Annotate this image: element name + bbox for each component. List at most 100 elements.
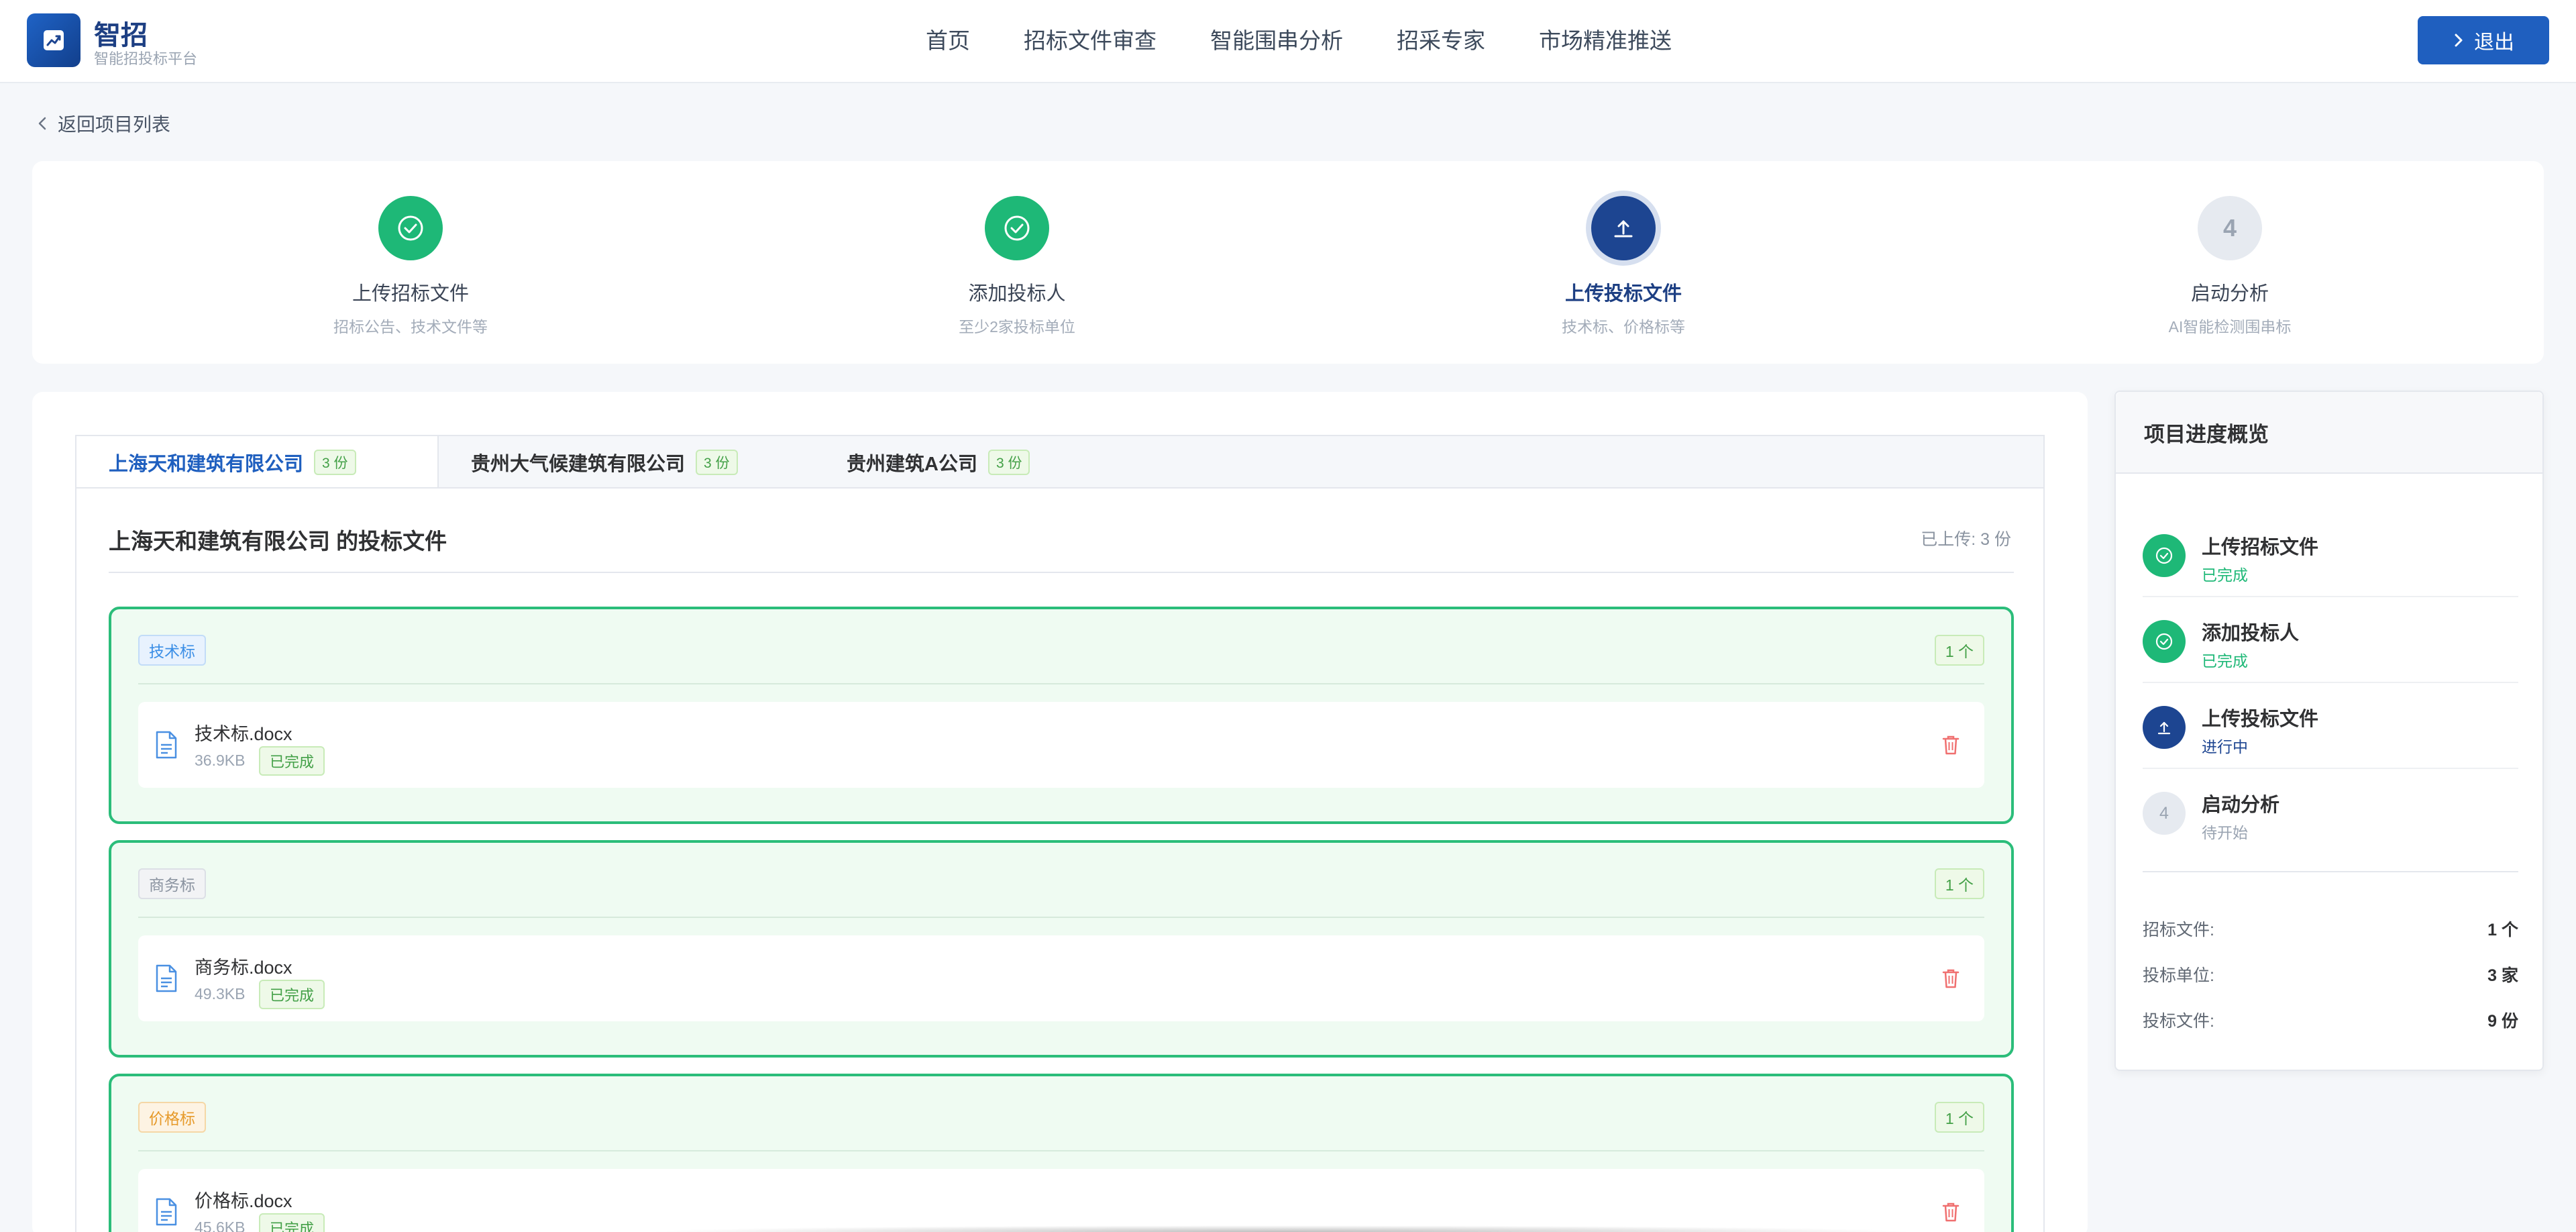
stat-value: 1 个 xyxy=(2487,921,2518,939)
chevron-right-icon xyxy=(2455,34,2463,47)
group-count-badge: 1 个 xyxy=(1934,868,1984,899)
progress-title: 上传招标文件 xyxy=(2202,537,2319,558)
step-number: 4 xyxy=(2198,196,2262,260)
divider xyxy=(2143,871,2518,872)
progress-status: 已完成 xyxy=(2202,652,2248,670)
trash-icon[interactable] xyxy=(1941,734,1960,756)
document-icon xyxy=(156,731,177,759)
uploaded-count: 已上传: 3 份 xyxy=(1921,530,2011,549)
group-count-badge: 1 个 xyxy=(1934,635,1984,666)
upload-icon xyxy=(1591,196,1656,260)
group-tag: 价格标 xyxy=(138,1102,206,1133)
back-label: 返回项目列表 xyxy=(58,114,171,135)
progress-item-start-analysis: 4 启动分析 待开始 xyxy=(2143,769,2518,855)
top-header: 智招 智能招投标平台 首页 招标文件审查 智能围串分析 招采专家 市场精准推送 … xyxy=(0,0,2576,83)
divider xyxy=(138,1150,1984,1151)
step-title: 启动分析 xyxy=(2190,283,2269,305)
progress-status: 待开始 xyxy=(2202,824,2248,841)
stat-label: 投标文件: xyxy=(2143,1012,2214,1031)
check-circle-icon xyxy=(2143,620,2186,663)
file-status-badge: 已完成 xyxy=(259,1213,325,1232)
app-subtitle: 智能招投标平台 xyxy=(94,50,198,67)
file-status-badge: 已完成 xyxy=(259,980,325,1009)
file-group-business: 商务标 1 个 商务标.docx 49.3KB 已完成 xyxy=(109,840,2014,1058)
file-size: 49.3KB xyxy=(195,985,246,1003)
trash-icon[interactable] xyxy=(1941,1201,1960,1223)
file-group-technical: 技术标 1 个 技术标.docx 36.9KB 已完成 xyxy=(109,607,2014,824)
step-add-bidders: 添加投标人 至少2家投标单位 xyxy=(849,196,1185,337)
project-progress-overview: 项目进度概览 上传招标文件 已完成 添加投标人 已完成 上传投标文件 进行中 4… xyxy=(2114,391,2544,1071)
tab-bidder-2[interactable]: 贵州大气候建筑有限公司 3 份 xyxy=(439,436,814,489)
file-size: 36.9KB xyxy=(195,752,246,769)
progress-item-upload-bids: 上传投标文件 进行中 xyxy=(2143,683,2518,769)
nav-item-collusion-analysis[interactable]: 智能围串分析 xyxy=(1210,25,1343,56)
nav-item-market-push[interactable]: 市场精准推送 xyxy=(1539,25,1672,56)
stat-tender-files: 招标文件: 1 个 xyxy=(2143,917,2518,943)
step-desc: AI智能检测围串标 xyxy=(2168,318,2292,336)
bidder-files-title: 上海天和建筑有限公司 的投标文件 xyxy=(109,529,447,554)
main-nav: 首页 招标文件审查 智能围串分析 招采专家 市场精准推送 xyxy=(926,25,1725,56)
stat-label: 招标文件: xyxy=(2143,921,2214,939)
logout-button[interactable]: 退出 xyxy=(2418,16,2549,64)
file-row[interactable]: 商务标.docx 49.3KB 已完成 xyxy=(138,935,1984,1021)
file-row[interactable]: 技术标.docx 36.9KB 已完成 xyxy=(138,702,1984,788)
chevron-left-icon xyxy=(38,117,46,130)
divider xyxy=(138,917,1984,918)
step-progress-bar: 上传招标文件 招标公告、技术文件等 添加投标人 至少2家投标单位 上传投标文件 … xyxy=(32,161,2544,364)
back-to-projects-link[interactable]: 返回项目列表 xyxy=(38,110,170,137)
tab-count-badge: 3 份 xyxy=(314,450,356,475)
file-name: 商务标.docx xyxy=(195,958,292,978)
file-group-price: 价格标 1 个 价格标.docx 45.6KB 已完成 xyxy=(109,1074,2014,1232)
group-tag: 商务标 xyxy=(138,868,206,899)
document-icon xyxy=(156,1198,177,1226)
tab-content: 上海天和建筑有限公司 的投标文件 已上传: 3 份 技术标 1 个 技术标.do… xyxy=(75,487,2045,1232)
file-row[interactable]: 价格标.docx 45.6KB 已完成 xyxy=(138,1169,1984,1232)
step-desc: 招标公告、技术文件等 xyxy=(333,318,488,336)
stat-label: 投标单位: xyxy=(2143,966,2214,985)
step-title: 上传投标文件 xyxy=(1564,283,1682,305)
stat-bidders: 投标单位: 3 家 xyxy=(2143,962,2518,989)
progress-status: 已完成 xyxy=(2202,566,2248,584)
group-count-badge: 1 个 xyxy=(1934,1102,1984,1133)
tab-label: 贵州建筑A公司 xyxy=(847,454,977,475)
tab-label: 上海天和建筑有限公司 xyxy=(109,454,304,475)
trash-icon[interactable] xyxy=(1941,968,1960,989)
progress-title: 添加投标人 xyxy=(2202,623,2300,644)
divider xyxy=(109,572,2014,573)
divider xyxy=(138,683,1984,684)
tab-bidder-1[interactable]: 上海天和建筑有限公司 3 份 xyxy=(76,436,439,489)
step-desc: 技术标、价格标等 xyxy=(1562,318,1685,336)
step-upload-tender: 上传招标文件 招标公告、技术文件等 xyxy=(243,196,578,337)
stat-bid-files: 投标文件: 9 份 xyxy=(2143,1008,2518,1035)
logo-icon xyxy=(27,13,80,67)
check-circle-icon xyxy=(378,196,443,260)
progress-status: 进行中 xyxy=(2202,738,2248,756)
progress-item-add-bidders: 添加投标人 已完成 xyxy=(2143,597,2518,683)
tab-bidder-3[interactable]: 贵州建筑A公司 3 份 xyxy=(814,436,1083,489)
group-tag: 技术标 xyxy=(138,635,206,666)
bid-files-panel: 上海天和建筑有限公司 3 份 贵州大气候建筑有限公司 3 份 贵州建筑A公司 3… xyxy=(32,392,2088,1232)
step-title: 添加投标人 xyxy=(968,283,1066,305)
nav-item-procurement-expert[interactable]: 招采专家 xyxy=(1397,25,1485,56)
floating-toolbar-shadow xyxy=(644,1225,1919,1232)
step-title: 上传招标文件 xyxy=(352,283,469,305)
tab-label: 贵州大气候建筑有限公司 xyxy=(471,454,686,475)
nav-item-tender-review[interactable]: 招标文件审查 xyxy=(1024,25,1157,56)
step-upload-bids: 上传投标文件 技术标、价格标等 xyxy=(1456,196,1791,337)
file-status-badge: 已完成 xyxy=(259,746,325,776)
step-number: 4 xyxy=(2143,792,2186,835)
upload-icon xyxy=(2143,706,2186,749)
tab-count-badge: 3 份 xyxy=(987,450,1030,475)
file-name: 价格标.docx xyxy=(195,1191,292,1211)
step-start-analysis: 4 启动分析 AI智能检测围串标 xyxy=(2062,196,2398,337)
progress-title: 启动分析 xyxy=(2202,794,2280,816)
check-circle-icon xyxy=(985,196,1049,260)
stat-value: 3 家 xyxy=(2487,966,2518,985)
check-circle-icon xyxy=(2143,534,2186,577)
document-icon xyxy=(156,964,177,992)
logout-label: 退出 xyxy=(2474,32,2514,54)
progress-title: 上传投标文件 xyxy=(2202,709,2319,730)
step-desc: 至少2家投标单位 xyxy=(959,318,1075,336)
nav-item-home[interactable]: 首页 xyxy=(926,25,970,56)
side-panel-title: 项目进度概览 xyxy=(2116,392,2542,474)
